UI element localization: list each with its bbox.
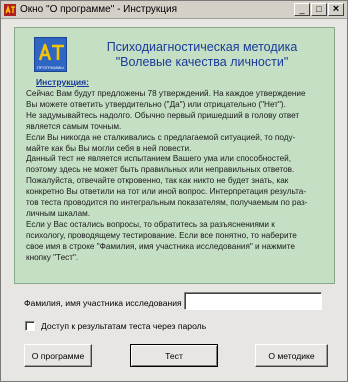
instruction-line: является самым точным. [26,121,122,131]
instruction-line: Если у Вас остались вопросы, то обратите… [26,219,275,229]
close-button[interactable]: × [328,3,344,16]
instruction-line: Не задумывайтесь надолго. Обычно первый … [26,110,300,120]
window-title: Окно "О программе" - Инструкция [20,4,178,15]
instruction-line: свое имя в строке "Фамилия, имя участник… [26,241,295,251]
start-test-button[interactable]: Тест [130,344,218,367]
about-instruction-window: Окно "О программе" - Инструкция _ □ × ПР… [0,0,348,382]
participant-name-input[interactable] [184,292,322,310]
password-access-label[interactable]: Доступ к результатам теста через пароль [41,321,206,331]
method-subtitle: "Волевые качества личности" [115,55,289,69]
about-method-button[interactable]: О методике [255,344,328,367]
window-controls: _ □ × [294,3,344,16]
instruction-line: конкретно Вы ответили на тот или иной во… [26,187,307,197]
logo-caption: ПРОГРАММЫ [37,65,64,70]
title-bar[interactable]: Окно "О программе" - Инструкция _ □ × [1,1,347,19]
password-access-option[interactable]: Доступ к результатам теста через пароль [25,321,206,331]
participant-name-label: Фамилия, имя участника исследования [24,298,182,308]
instruction-panel: ПРОГРАММЫ Психодиагностическая методика … [14,27,335,284]
instruction-line: поэтому здесь не может быть правильных и… [26,165,295,175]
instruction-line: Вы можете ответить утвердительно ("Да") … [26,99,286,109]
instruction-text: Сейчас Вам будут предложены 78 утвержден… [26,89,328,264]
instruction-line: майте как бы Вы могли себя в ней повести… [26,143,192,153]
instruction-line: психологу, проводящему тестирование. Есл… [26,230,297,240]
minimize-button[interactable]: _ [294,3,310,16]
password-access-checkbox[interactable] [25,321,35,331]
logo-mark-icon [38,43,64,61]
instruction-line: Данный тест не является испытанием Вашег… [26,154,292,164]
maximize-button[interactable]: □ [311,3,327,16]
method-title: Психодиагностическая методика [106,40,298,54]
instruction-line: тов теста проводится по интегральным пок… [26,198,308,208]
instruction-line: личным шкалам. [26,208,91,218]
instruction-line: Пожалуйста, отвечайте откровенно, так ка… [26,176,289,186]
program-logo: ПРОГРАММЫ [34,37,67,72]
app-icon [4,3,16,16]
instruction-line: Если Вы никогда не сталкивались с предла… [26,132,296,142]
about-program-button[interactable]: О программе [24,344,92,367]
instruction-line: кнопку "Тест". [26,252,79,262]
instruction-line: Сейчас Вам будут предложены 78 утвержден… [26,89,306,98]
instruction-heading: Инструкция: [36,77,90,87]
